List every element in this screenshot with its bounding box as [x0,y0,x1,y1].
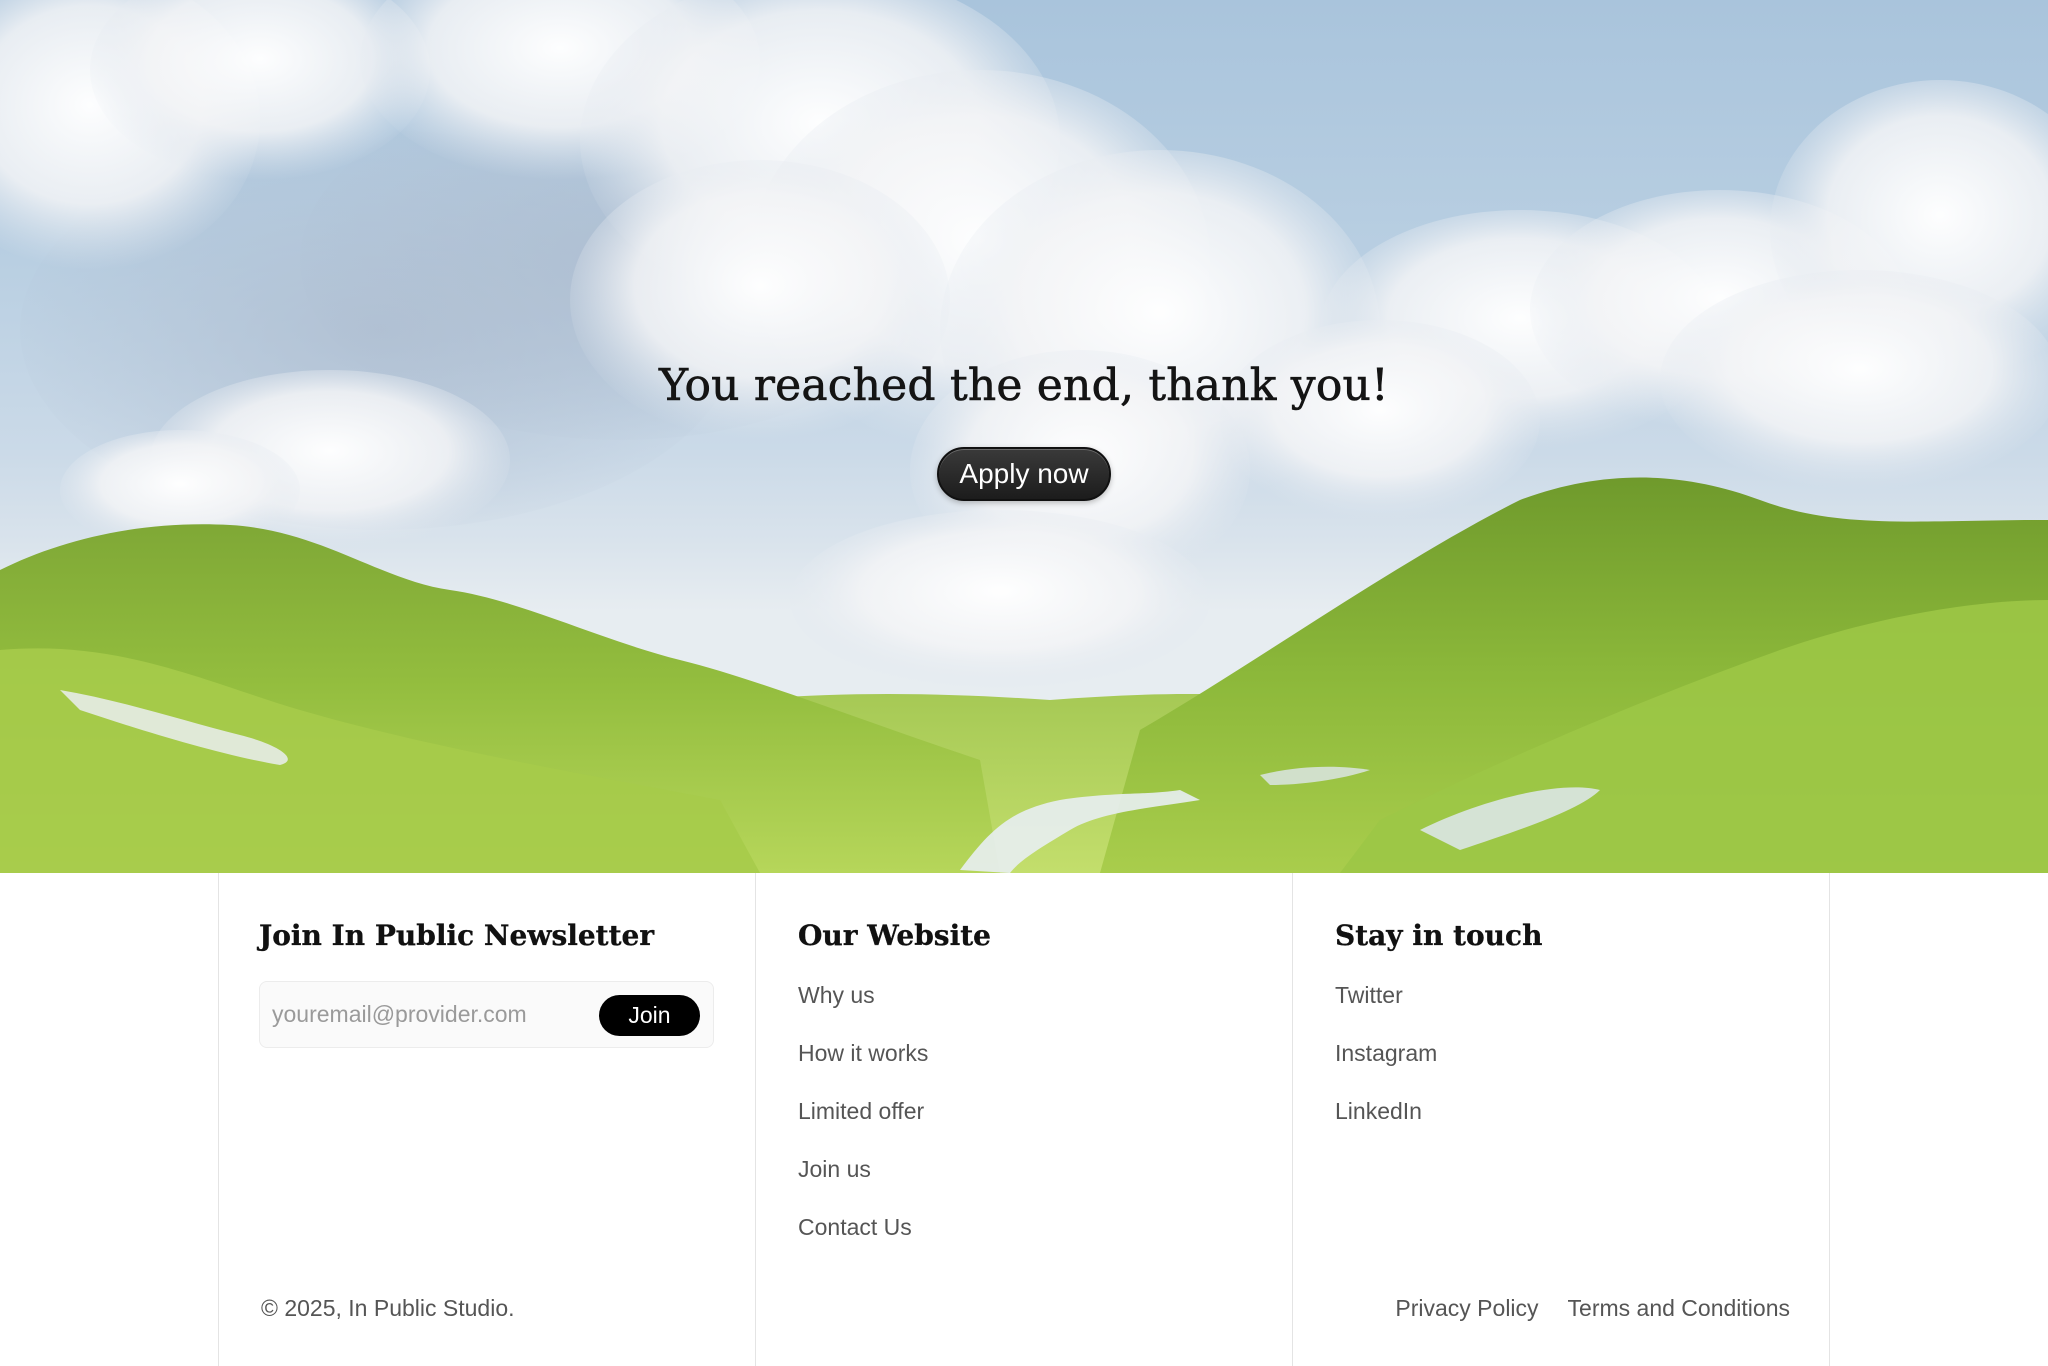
privacy-policy-link[interactable]: Privacy Policy [1395,1295,1538,1322]
social-heading: Stay in touch [1335,919,1543,952]
why-us-link[interactable]: Why us [798,981,875,1009]
newsletter-form: Join [259,981,714,1048]
list-item: Limited offer [798,1097,928,1155]
copyright-text: © 2025, In Public Studio. [261,1295,515,1321]
email-input[interactable] [272,982,582,1047]
footer: Join In Public Newsletter Join © 2025, I… [218,873,1830,1366]
join-us-link[interactable]: Join us [798,1155,871,1183]
newsletter-heading: Join In Public Newsletter [259,919,655,952]
twitter-link[interactable]: Twitter [1335,981,1403,1009]
list-item: Why us [798,981,928,1039]
limited-offer-link[interactable]: Limited offer [798,1097,924,1125]
hero-content: You reached the end, thank you! Apply no… [0,360,2048,501]
join-button[interactable]: Join [599,995,700,1036]
list-item: How it works [798,1039,928,1097]
newsletter-column: Join In Public Newsletter Join © 2025, I… [219,873,756,1366]
linkedin-link[interactable]: LinkedIn [1335,1097,1422,1125]
how-it-works-link[interactable]: How it works [798,1039,928,1067]
apply-now-button[interactable]: Apply now [937,447,1111,501]
contact-us-link[interactable]: Contact Us [798,1213,912,1241]
social-links: Twitter Instagram LinkedIn [1335,981,1437,1155]
page: You reached the end, thank you! Apply no… [0,0,2048,1366]
list-item: Instagram [1335,1039,1437,1097]
list-item: LinkedIn [1335,1097,1437,1155]
instagram-link[interactable]: Instagram [1335,1039,1437,1067]
website-links: Why us How it works Limited offer Join u… [798,981,928,1271]
list-item: Contact Us [798,1213,928,1271]
list-item: Join us [798,1155,928,1213]
hero-title: You reached the end, thank you! [659,360,1389,412]
legal-links: Privacy Policy Terms and Conditions [1395,1295,1790,1322]
hero-section: You reached the end, thank you! Apply no… [0,0,2048,873]
terms-link[interactable]: Terms and Conditions [1568,1295,1790,1322]
list-item: Twitter [1335,981,1437,1039]
social-column: Stay in touch Twitter Instagram LinkedIn… [1293,873,1831,1366]
website-heading: Our Website [798,919,991,952]
website-column: Our Website Why us How it works Limited … [756,873,1293,1366]
